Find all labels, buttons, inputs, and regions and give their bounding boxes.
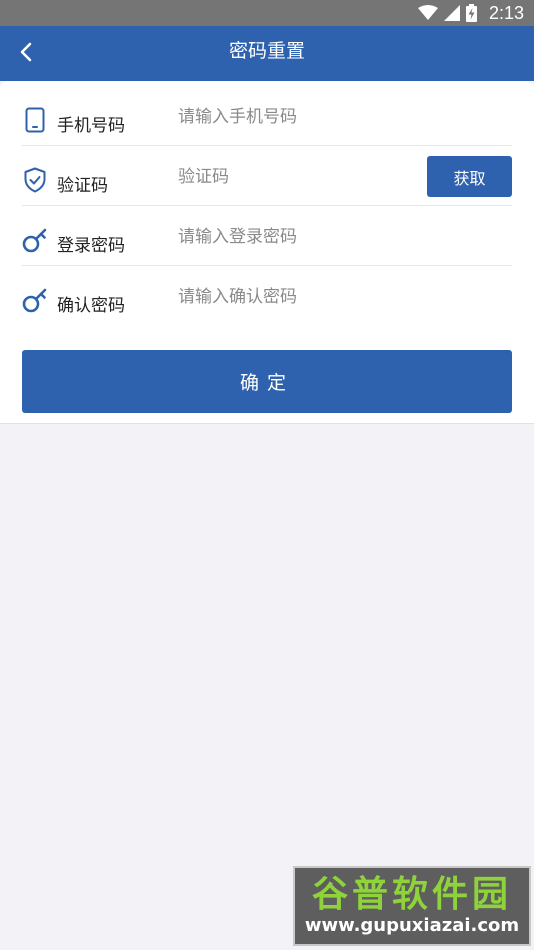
page-title: 密码重置 [228, 40, 305, 62]
phone-icon [22, 106, 48, 134]
status-time: 2:13 [488, 2, 524, 23]
wifi-icon [417, 5, 438, 21]
form-row-login-password: 登录密码 [22, 206, 512, 266]
verification-code-input[interactable] [178, 162, 398, 192]
key-icon [22, 286, 48, 314]
battery-charging-icon [465, 4, 477, 22]
shield-check-icon [22, 166, 48, 194]
verification-code-label: 验证码 [57, 176, 108, 196]
phone-label: 手机号码 [57, 116, 125, 136]
form-row-verification-code: 验证码 获取 [22, 146, 512, 206]
phone-input[interactable] [178, 102, 418, 132]
confirm-password-label: 确认密码 [57, 296, 125, 316]
app-bar: 密码重置 [0, 26, 534, 81]
form-row-phone: 手机号码 [22, 86, 512, 146]
signal-icon [443, 5, 460, 21]
watermark-logo: 谷普软件园 www.gupuxiazai.com [293, 866, 531, 946]
login-password-label: 登录密码 [57, 236, 125, 256]
watermark-url: www.gupuxiazai.com [304, 915, 520, 936]
form-row-confirm-password: 确认密码 [22, 266, 512, 326]
confirm-button[interactable]: 确定 [22, 350, 512, 413]
login-password-input[interactable] [178, 222, 418, 252]
confirm-password-input[interactable] [178, 282, 418, 312]
key-icon [22, 226, 48, 254]
reset-form-card: 手机号码 验证码 获取 登录密码 [0, 81, 534, 424]
back-button[interactable] [6, 34, 46, 74]
status-bar: 2:13 [0, 0, 534, 26]
chevron-left-icon [19, 42, 33, 66]
get-code-button[interactable]: 获取 [427, 156, 512, 197]
watermark-title: 谷普软件园 [311, 874, 512, 915]
